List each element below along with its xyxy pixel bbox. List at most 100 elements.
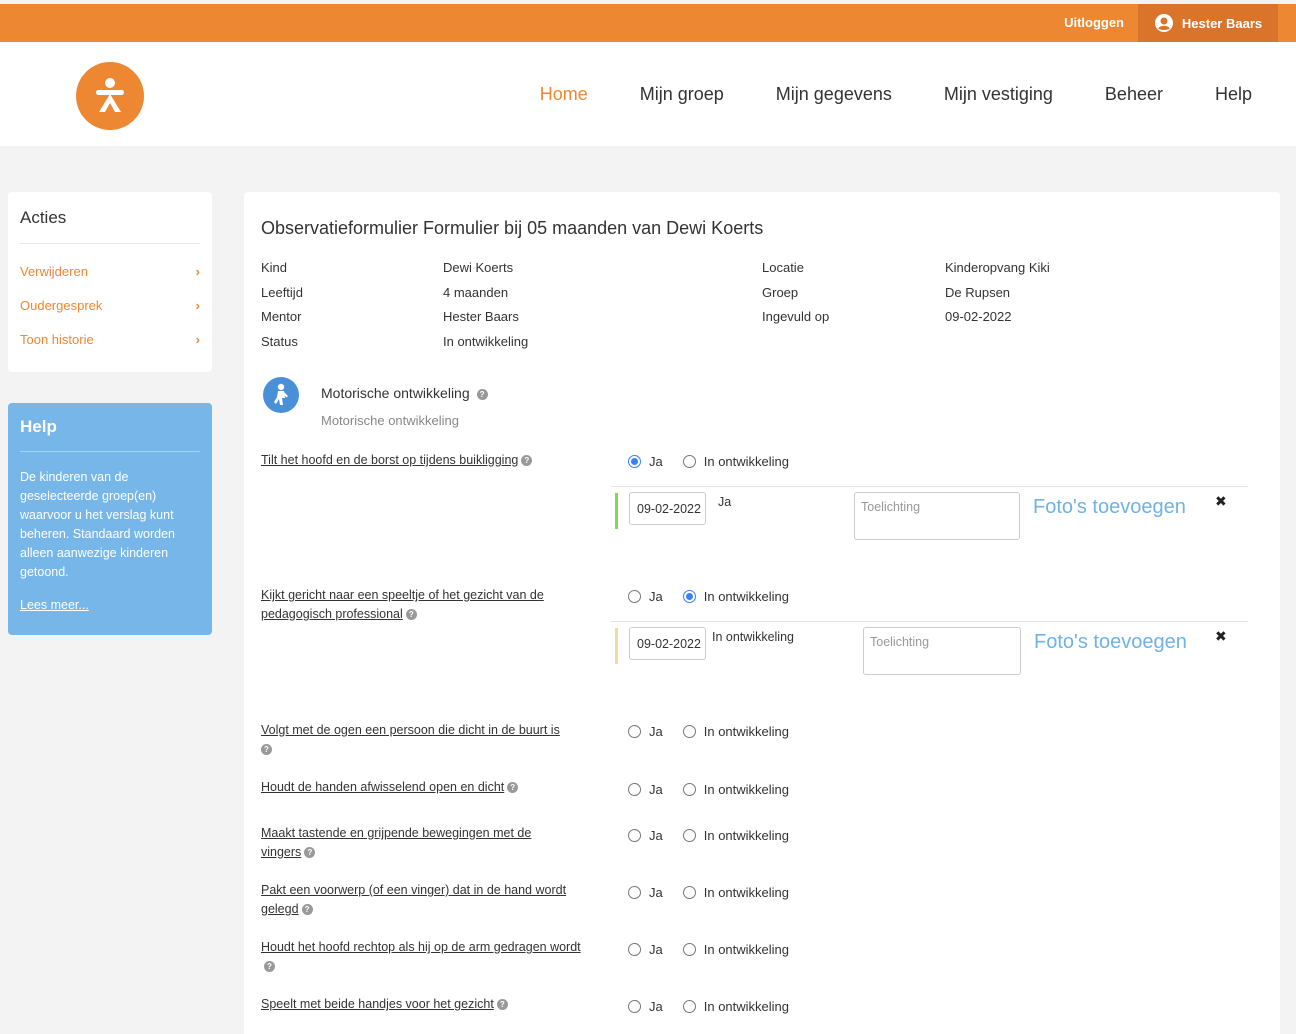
question-text[interactable]: Maakt tastende en grijpende bewegingen m… xyxy=(261,826,531,859)
radio-in-ontwikkeling[interactable] xyxy=(682,943,696,956)
radio-label-ja: Ja xyxy=(649,885,663,900)
question-4: Houdt de handen afwisselend open en dich… xyxy=(261,778,601,797)
radio-label-ja: Ja xyxy=(649,942,663,957)
radio-label-ja: Ja xyxy=(649,454,663,469)
close-icon[interactable]: ✖ xyxy=(1215,493,1227,510)
help-icon[interactable]: ? xyxy=(261,744,272,756)
radio-label-ja: Ja xyxy=(649,999,663,1014)
user-name: Hester Baars xyxy=(1181,15,1263,31)
nav-home[interactable]: Home xyxy=(540,84,588,105)
observation-value: Ja xyxy=(718,495,732,509)
question-text[interactable]: Volgt met de ogen een persoon die dicht … xyxy=(261,723,560,737)
radio-label-ja: Ja xyxy=(649,782,663,797)
toelichting-textarea[interactable]: Toelichting xyxy=(854,492,1020,540)
radio-in-ontwikkeling[interactable] xyxy=(682,455,696,468)
user-icon xyxy=(1154,14,1173,32)
answer-group-3: Ja In ontwikkeling xyxy=(628,724,809,739)
answer-group-1: Ja In ontwikkeling xyxy=(628,454,809,469)
logo[interactable] xyxy=(76,62,144,130)
info-label-status: Status xyxy=(261,333,298,349)
action-label: Verwijderen xyxy=(20,263,88,279)
radio-ja[interactable] xyxy=(628,455,641,468)
radio-label-in-ontwikkeling: In ontwikkeling xyxy=(703,589,790,604)
radio-ja[interactable] xyxy=(628,943,641,956)
radio-ja[interactable] xyxy=(628,783,641,796)
help-title: Help xyxy=(20,417,200,452)
radio-label-in-ontwikkeling: In ontwikkeling xyxy=(703,999,790,1014)
nav-mijn-vestiging[interactable]: Mijn vestiging xyxy=(944,84,1053,105)
close-icon[interactable]: ✖ xyxy=(1215,628,1227,645)
nav-mijn-groep[interactable]: Mijn groep xyxy=(640,84,724,105)
radio-label-ja: Ja xyxy=(649,724,663,739)
help-icon[interactable]: ? xyxy=(496,999,508,1011)
radio-in-ontwikkeling[interactable] xyxy=(682,1000,696,1013)
question-3: Volgt met de ogen een persoon die dicht … xyxy=(261,721,601,759)
status-bar xyxy=(615,628,618,664)
radio-ja[interactable] xyxy=(628,829,641,842)
help-icon[interactable]: ? xyxy=(304,847,316,859)
radio-ja[interactable] xyxy=(628,886,641,899)
info-value-leeftijd: 4 maanden xyxy=(443,284,509,300)
date-field[interactable]: 09-02-2022 xyxy=(629,627,706,660)
logout-link[interactable]: Uitloggen xyxy=(1064,4,1124,42)
radio-in-ontwikkeling[interactable] xyxy=(682,886,696,899)
radio-ja[interactable] xyxy=(628,1000,641,1013)
status-bar xyxy=(615,493,618,529)
radio-label-in-ontwikkeling: In ontwikkeling xyxy=(703,885,790,900)
toelichting-textarea[interactable]: Toelichting xyxy=(863,627,1021,675)
radio-label-in-ontwikkeling: In ontwikkeling xyxy=(703,942,790,957)
question-6: Pakt een voorwerp (of een vinger) dat in… xyxy=(261,881,571,919)
help-icon[interactable]: ? xyxy=(264,961,275,973)
action-oudergesprek[interactable]: Oudergesprek › xyxy=(20,288,200,322)
info-label-leeftijd: Leeftijd xyxy=(261,284,303,300)
info-label-kind: Kind xyxy=(261,260,288,275)
chevron-right-icon: › xyxy=(195,297,200,313)
info-label-locatie: Locatie xyxy=(762,260,804,275)
answer-group-8: Ja In ontwikkeling xyxy=(628,999,809,1014)
help-icon[interactable]: ? xyxy=(405,609,417,621)
date-field[interactable]: 09-02-2022 xyxy=(629,492,706,525)
question-text[interactable]: Kijkt gericht naar een speeltje of het g… xyxy=(261,588,544,621)
question-text[interactable]: Houdt het hoofd rechtop als hij op de ar… xyxy=(261,940,581,954)
action-verwijderen[interactable]: Verwijderen › xyxy=(20,254,200,288)
question-text[interactable]: Speelt met beide handjes voor het gezich… xyxy=(261,997,494,1011)
nav-beheer[interactable]: Beheer xyxy=(1105,84,1163,105)
help-panel: Help De kinderen van de geselecteerde gr… xyxy=(8,403,212,635)
radio-in-ontwikkeling[interactable] xyxy=(682,590,696,603)
action-toon-historie[interactable]: Toon historie › xyxy=(20,322,200,356)
add-photos-link[interactable]: Foto's toevoegen xyxy=(1034,631,1187,654)
child-walking-icon xyxy=(274,383,288,405)
radio-label-in-ontwikkeling: In ontwikkeling xyxy=(703,828,790,843)
question-text[interactable]: Tilt het hoofd en de borst op tijdens bu… xyxy=(261,453,518,467)
info-value-status: In ontwikkeling xyxy=(443,333,529,349)
nav-mijn-gegevens[interactable]: Mijn gegevens xyxy=(776,84,892,105)
help-icon[interactable]: ? xyxy=(521,455,533,467)
nav-help[interactable]: Help xyxy=(1215,84,1252,105)
radio-ja[interactable] xyxy=(628,590,641,603)
actions-title: Acties xyxy=(20,208,200,244)
question-7: Houdt het hoofd rechtop als hij op de ar… xyxy=(261,938,591,976)
help-text: De kinderen van de geselecteerde groep(e… xyxy=(20,470,175,579)
section-subtitle: Motorische ontwikkeling xyxy=(321,413,460,428)
section-title: Motorische ontwikkeling ? xyxy=(321,385,488,401)
radio-ja[interactable] xyxy=(628,725,641,738)
info-value-mentor: Hester Baars xyxy=(443,309,519,324)
question-2: Kijkt gericht naar een speeltje of het g… xyxy=(261,586,601,624)
page-title: Observatieformulier Formulier bij 05 maa… xyxy=(261,218,764,238)
user-menu[interactable]: Hester Baars xyxy=(1138,4,1278,42)
radio-in-ontwikkeling[interactable] xyxy=(682,725,696,738)
read-more-link[interactable]: Lees meer... xyxy=(20,598,200,612)
section-title-text: Motorische ontwikkeling xyxy=(321,385,470,401)
help-icon[interactable]: ? xyxy=(301,904,313,916)
add-photos-link[interactable]: Foto's toevoegen xyxy=(1033,496,1186,519)
info-labels-right: Locatie Groep Ingevuld op xyxy=(762,260,829,334)
action-label: Oudergesprek xyxy=(20,297,103,313)
radio-in-ontwikkeling[interactable] xyxy=(682,829,696,842)
observation-row-1: 09-02-2022 Ja Toelichting Foto's toevoeg… xyxy=(611,486,1248,546)
top-bar: Uitloggen Hester Baars xyxy=(0,4,1296,42)
help-icon[interactable]: ? xyxy=(507,782,519,794)
radio-in-ontwikkeling[interactable] xyxy=(682,783,696,796)
info-value-groep: De Rupsen xyxy=(945,284,1011,300)
question-text[interactable]: Houdt de handen afwisselend open en dich… xyxy=(261,780,504,794)
help-icon[interactable]: ? xyxy=(476,388,488,400)
